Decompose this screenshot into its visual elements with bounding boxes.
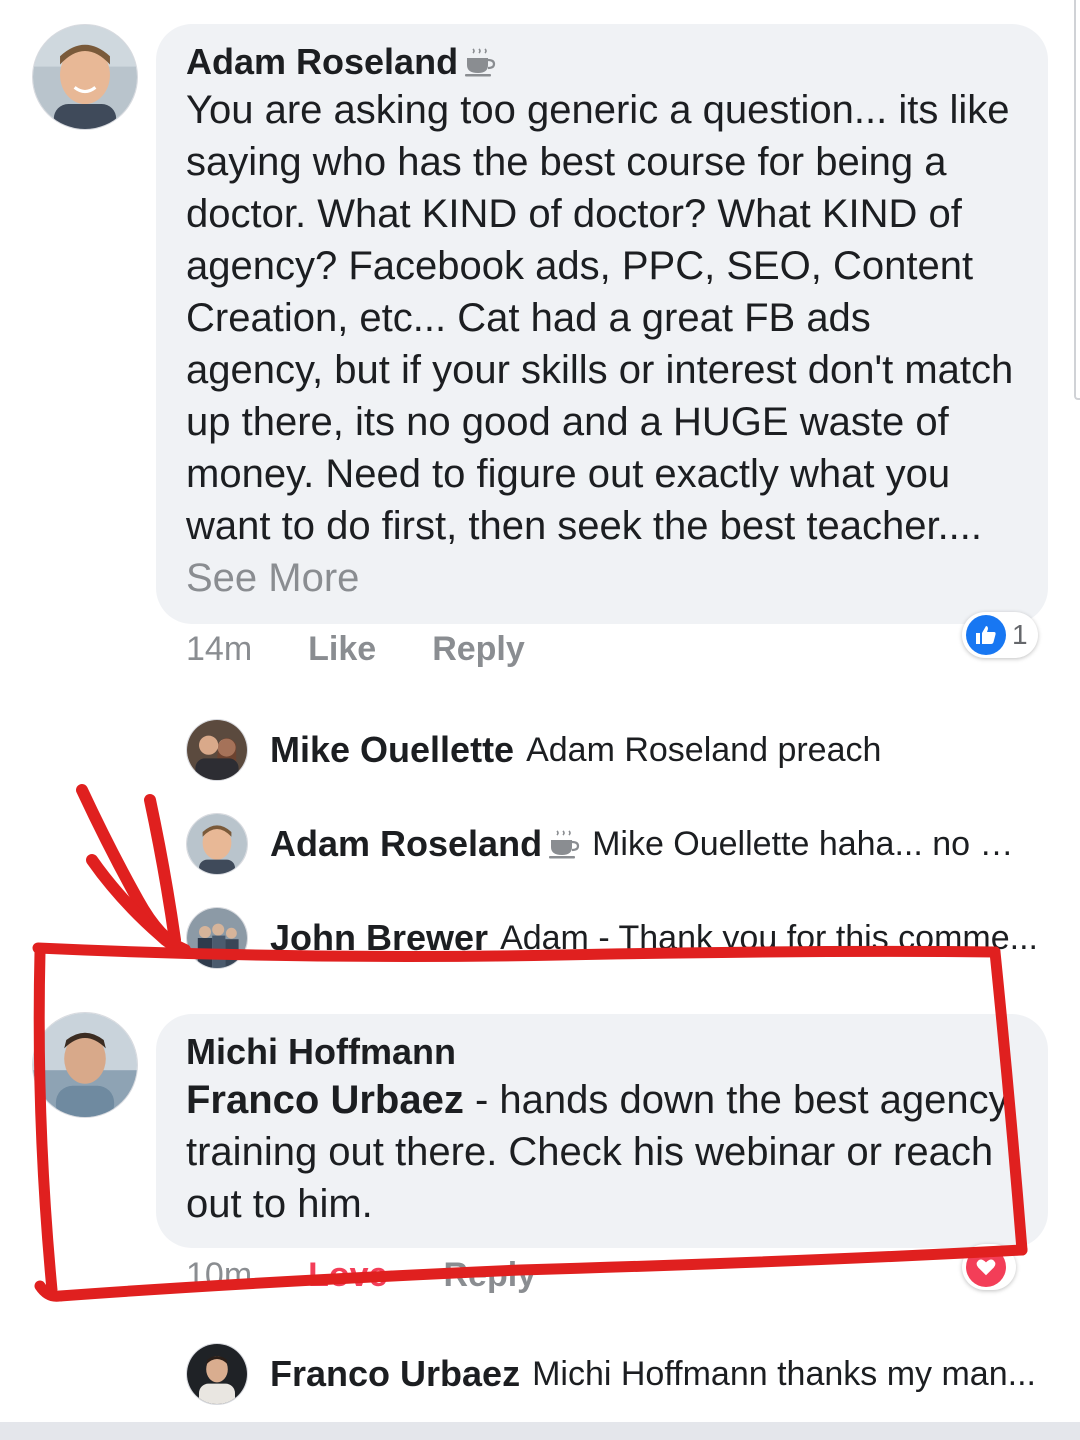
reply-author[interactable]: Franco Urbaez (270, 1353, 520, 1395)
avatar-adam-roseland-small[interactable] (186, 813, 248, 875)
love-heart-icon (966, 1247, 1006, 1287)
coffee-icon (465, 48, 496, 77)
comment-bubble-michi[interactable]: Michi Hoffmann Franco Urbaez - hands dow… (156, 1014, 1048, 1248)
avatar-adam-roseland[interactable] (32, 24, 138, 130)
love-button[interactable]: Love (308, 1256, 387, 1295)
comment-timestamp[interactable]: 10m (186, 1256, 252, 1295)
avatar-photo (187, 814, 247, 874)
comment-author-name[interactable]: Michi Hoffmann (186, 1030, 456, 1074)
scrollbar[interactable] (1074, 0, 1080, 400)
reply-button[interactable]: Reply (444, 1256, 537, 1295)
avatar-john-brewer[interactable] (186, 907, 248, 969)
avatar-photo (187, 1344, 247, 1404)
comment-actions-adam: 14m Like Reply (186, 630, 581, 669)
avatar-photo (33, 1013, 137, 1117)
comments-screen: Adam Roseland You are asking too generic… (0, 0, 1080, 1440)
mention-link[interactable]: Franco Urbaez (186, 1078, 464, 1122)
comment-body: You are asking too generic a question...… (186, 88, 1014, 548)
reply-text: Adam Roseland preach (526, 730, 882, 769)
reply-text: Michi Hoffmann thanks my man... (532, 1354, 1036, 1393)
avatar-mike-ouellette[interactable] (186, 719, 248, 781)
comment-text: You are asking too generic a question...… (186, 84, 1018, 604)
coffee-icon (549, 830, 580, 859)
reply-author-wrap[interactable]: Adam Roseland (270, 823, 580, 865)
avatar-photo (187, 720, 247, 780)
reply-author[interactable]: Mike Ouellette (270, 729, 514, 771)
comment-author[interactable]: Adam Roseland (186, 40, 496, 84)
reaction-love-badge[interactable] (962, 1244, 1016, 1290)
avatar-franco-urbaez[interactable] (186, 1343, 248, 1405)
see-more-link[interactable]: See More (186, 556, 359, 600)
comment-bubble-adam[interactable]: Adam Roseland You are asking too generic… (156, 24, 1048, 624)
reply-text: Adam - Thank you for this comme... (500, 918, 1038, 957)
avatar-photo (187, 908, 247, 968)
bottom-edge-bar (0, 1422, 1080, 1440)
comment-actions-michi: 10m Love Reply (186, 1256, 592, 1295)
reply-item[interactable]: John Brewer Adam - Thank you for this co… (186, 906, 1040, 970)
comment-author-name[interactable]: Adam Roseland (186, 40, 458, 84)
like-button[interactable]: Like (308, 630, 376, 669)
reaction-count-badge[interactable]: 1 (962, 612, 1038, 658)
reply-item[interactable]: Mike Ouellette Adam Roseland preach (186, 718, 1040, 782)
like-thumb-icon (966, 615, 1006, 655)
reply-text: Mike Ouellette haha... no ma... (592, 824, 1040, 863)
reply-item[interactable]: Adam Roseland Mike Ouellette haha... no … (186, 812, 1040, 876)
reply-button[interactable]: Reply (432, 630, 525, 669)
comment-timestamp[interactable]: 14m (186, 630, 252, 669)
avatar-photo (33, 25, 137, 129)
red-arrow-annotation (76, 784, 191, 956)
avatar-michi-hoffmann[interactable] (32, 1012, 138, 1118)
reaction-count: 1 (1012, 619, 1028, 650)
comment-text: Franco Urbaez - hands down the best agen… (186, 1074, 1018, 1230)
reply-item[interactable]: Franco Urbaez Michi Hoffmann thanks my m… (186, 1342, 1040, 1406)
reply-author[interactable]: John Brewer (270, 917, 488, 959)
reply-author[interactable]: Adam Roseland (270, 823, 542, 865)
